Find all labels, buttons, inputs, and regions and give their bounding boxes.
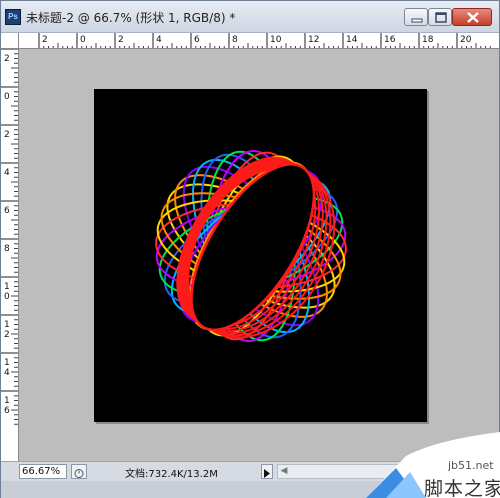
ruler-label: 2 (118, 35, 124, 45)
play-arrow-icon (264, 469, 270, 478)
ruler-label: 4 (156, 35, 162, 45)
maximize-icon (435, 12, 447, 23)
status-menu-button[interactable] (261, 464, 273, 479)
ruler-origin[interactable] (1, 33, 19, 49)
zoom-field[interactable]: 66.67% (19, 464, 67, 479)
ruler-label: 6 (4, 406, 10, 416)
horizontal-ruler-ticks: 2 0 2 4 6 8 10 12 14 16 18 20 (38, 33, 491, 48)
ruler-label: 2 (4, 330, 10, 340)
photoshop-icon: Ps (5, 9, 21, 25)
ruler-label: 1 (4, 358, 10, 368)
ruler-label: 10 (270, 35, 282, 45)
ruler-label: 14 (346, 35, 358, 45)
document-window: Ps 未标题-2 @ 66.7% (形状 1, RGB/8) * 2024681… (0, 0, 500, 498)
watermark: jb51.net 脚本之家 (366, 432, 500, 498)
ruler-label: 0 (4, 92, 10, 102)
ruler-label: 12 (308, 35, 319, 45)
ruler-label: 6 (194, 35, 200, 45)
ruler-label: 2 (4, 54, 10, 64)
ruler-label: 1 (4, 396, 10, 406)
ring-artwork (155, 150, 347, 342)
ruler-label: 8 (232, 35, 238, 45)
ruler-label: 2 (4, 130, 10, 140)
pasteboard[interactable] (19, 49, 499, 461)
preview-icon[interactable] (71, 464, 87, 479)
document-size-info: 文档:732.4K/13.2M (125, 469, 218, 480)
close-button[interactable] (452, 8, 492, 26)
ruler-label: 18 (422, 35, 434, 45)
ruler-label: 4 (4, 368, 10, 378)
horizontal-ruler[interactable]: 2 0 2 4 6 8 10 12 14 16 18 20 (19, 33, 499, 49)
canvas[interactable] (94, 89, 427, 422)
ruler-label: 0 (4, 292, 10, 302)
close-icon (467, 12, 479, 23)
title-bar[interactable]: Ps 未标题-2 @ 66.7% (形状 1, RGB/8) * (1, 1, 499, 33)
ruler-label: 1 (4, 282, 10, 292)
ruler-label: 0 (80, 35, 86, 45)
page-icon (74, 469, 84, 478)
scroll-left-arrow-icon[interactable]: ◀ (278, 465, 290, 478)
ruler-label: 8 (4, 244, 10, 254)
ruler-label: 20 (460, 35, 472, 45)
ruler-label: 2 (42, 35, 48, 45)
maximize-button[interactable] (428, 8, 452, 26)
window-title: 未标题-2 @ 66.7% (形状 1, RGB/8) * (26, 11, 236, 25)
vertical-ruler-ticks: 20246810121416 (1, 49, 18, 425)
watermark-name: 脚本之家 (424, 478, 500, 498)
vertical-ruler[interactable]: 20246810121416 (1, 49, 19, 461)
watermark-site: jb51.net (448, 459, 494, 472)
ruler-label: 1 (4, 320, 10, 330)
ruler-label: 6 (4, 206, 10, 216)
minimize-button[interactable] (404, 8, 428, 26)
ruler-label: 4 (4, 168, 10, 178)
minimize-icon (411, 18, 423, 23)
ruler-label: 16 (384, 35, 396, 45)
